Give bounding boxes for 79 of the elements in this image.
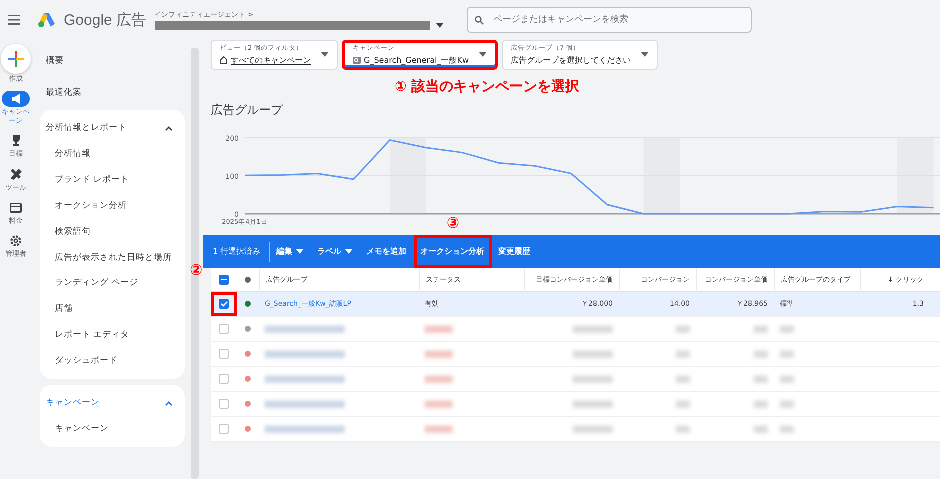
blurred-text	[780, 400, 794, 408]
minus-icon	[221, 279, 227, 281]
nav-section-header[interactable]: キャンペーン	[40, 389, 185, 418]
blurred-text	[573, 426, 613, 432]
blurred-text	[573, 400, 613, 408]
nav-item[interactable]: キャンペーン	[40, 417, 185, 443]
row-checkbox[interactable]	[219, 349, 229, 359]
nav-item[interactable]: レポート エディタ	[40, 323, 185, 350]
row-checkbox[interactable]	[219, 424, 229, 434]
nav-item[interactable]: オークション分析	[40, 194, 185, 220]
nav-item[interactable]: 分析情報	[40, 142, 185, 168]
search-campaign-icon	[353, 56, 361, 64]
card-icon	[10, 202, 22, 213]
toolbar-button[interactable]: 編集	[270, 235, 311, 268]
nav-section-header[interactable]: 分析情報とレポート	[40, 114, 185, 142]
row-checkbox[interactable]	[219, 324, 229, 334]
page-title: 広告グループ	[211, 102, 284, 119]
caret-icon	[479, 52, 487, 57]
logo-icon	[38, 12, 56, 28]
nav-item[interactable]: ブランド レポート	[40, 168, 185, 194]
annotation-number: ②	[190, 261, 203, 279]
search-field[interactable]: ページまたはキャンペーンを検索	[466, 7, 752, 33]
home-icon	[220, 56, 228, 64]
create-button[interactable]	[1, 44, 31, 74]
blurred-text	[425, 426, 453, 432]
annotation-text: ① 該当のキャンペーンを選択	[395, 78, 580, 96]
blurred-text	[425, 326, 453, 332]
blurred-text	[676, 400, 690, 408]
caret-icon	[641, 52, 649, 57]
toolbar-button[interactable]: ラベル	[310, 235, 360, 268]
row-checkbox[interactable]	[219, 399, 229, 409]
nav-item[interactable]: ランディング ページ	[40, 271, 185, 298]
blurred-text	[780, 376, 794, 382]
settings-icon	[10, 235, 22, 248]
blurred-text	[676, 426, 690, 432]
selection-count: 1 行選択済み	[211, 242, 270, 262]
blurred-text	[573, 350, 613, 358]
caret-icon	[436, 23, 444, 28]
select-all-checkbox[interactable]	[219, 275, 229, 285]
blurred-text	[754, 376, 768, 382]
row-checkbox[interactable]	[219, 299, 229, 309]
search-icon	[474, 16, 484, 24]
product-name: Google 広告	[64, 10, 147, 30]
toolbar-button[interactable]: メモを追加	[360, 235, 414, 268]
blurred-text	[425, 376, 453, 382]
nav-item[interactable]: ダッシュボード	[40, 349, 185, 376]
blurred-text	[754, 426, 768, 432]
toolbar-button[interactable]: 変更履歴	[492, 235, 538, 268]
blurred-text	[754, 350, 768, 358]
blurred-text	[780, 426, 794, 432]
nav-item[interactable]: 検索語句	[40, 220, 185, 246]
blurred-text	[676, 350, 690, 358]
blurred-text	[754, 326, 768, 332]
nav-item[interactable]: 広告が表示された日時と場所	[40, 246, 185, 272]
tools-icon	[10, 168, 22, 181]
blurred-text	[754, 400, 768, 408]
blurred-text	[573, 376, 613, 382]
trophy-icon	[10, 135, 22, 148]
row-checkbox[interactable]	[219, 374, 229, 384]
nav-item[interactable]: 概要	[40, 46, 185, 78]
caret-icon	[321, 52, 329, 57]
megaphone-icon	[10, 94, 22, 104]
blurred-text	[425, 400, 453, 408]
blurred-text	[573, 326, 613, 332]
check-icon	[220, 301, 228, 307]
blurred-text	[780, 326, 794, 332]
rail-tab[interactable]	[2, 91, 30, 108]
status-header-dot	[245, 277, 251, 283]
blurred-text	[780, 350, 794, 358]
plus-icon	[8, 51, 24, 67]
annotation-number: ③	[446, 214, 460, 232]
caret-icon	[296, 249, 304, 254]
menu-icon[interactable]	[8, 15, 20, 25]
nav-item[interactable]: 最適化案	[40, 78, 185, 110]
blurred-text	[676, 326, 690, 332]
blurred-text	[676, 376, 690, 382]
caret-icon	[344, 249, 353, 254]
nav-item[interactable]: 店舗	[40, 297, 185, 324]
blurred-text	[425, 350, 453, 358]
